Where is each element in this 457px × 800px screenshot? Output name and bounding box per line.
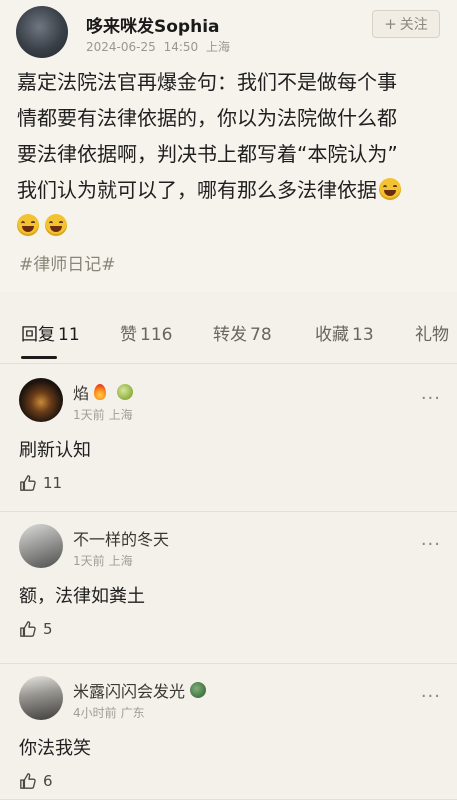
like-count: 5 — [43, 620, 53, 638]
interaction-tabs: 回复 11 赞 116 转发 78 收藏 13 礼物 — [0, 300, 457, 364]
comment-item: 焰 1天前 上海 ··· 刷新认知 11 — [0, 366, 457, 512]
comment-item: 米露闪闪会发光 4小时前 广东 ··· 你法我笑 6 — [0, 664, 457, 800]
commenter-name[interactable]: 米露闪闪会发光 — [73, 678, 185, 702]
comment-meta: 1天前 上海 — [73, 406, 137, 423]
thumbs-up-icon — [20, 773, 36, 789]
tab-likes[interactable]: 赞 116 — [120, 320, 172, 345]
commenter-name-row: 不一样的冬天 — [73, 526, 169, 550]
commenter-name[interactable]: 不一样的冬天 — [73, 526, 169, 550]
more-options-icon[interactable]: ··· — [421, 388, 441, 409]
active-tab-indicator — [21, 356, 57, 359]
like-count: 11 — [43, 474, 63, 492]
tab-count: 116 — [140, 325, 173, 345]
comment-like-button[interactable]: 6 — [19, 772, 53, 790]
commenter-name-row: 焰 — [73, 380, 134, 404]
commenter-avatar[interactable] — [19, 378, 63, 422]
post-meta: 2024-06-25 14:50 上海 — [86, 38, 234, 55]
commenter-name-row: 米露闪闪会发光 — [73, 678, 207, 702]
fire-icon — [94, 384, 107, 400]
post-body-line: 嘉定法院法官再爆金句：我们不是做每个事 — [17, 70, 397, 94]
post-card: 哆来咪发Sophia 2024-06-25 14:50 上海 + 关注 嘉定法院… — [0, 0, 457, 292]
tab-count: 78 — [250, 325, 272, 345]
comment-time: 1天前 — [73, 408, 105, 422]
post-emoji-row — [17, 208, 445, 244]
comment-meta: 1天前 上海 — [73, 552, 137, 569]
tab-label: 转发 — [213, 325, 247, 345]
comment-location: 广东 — [120, 706, 145, 720]
grinning-sweat-emoji-icon — [45, 214, 67, 236]
tab-gifts[interactable]: 礼物 — [415, 320, 449, 345]
comment-item: 不一样的冬天 1天前 上海 ··· 额，法律如粪土 5 — [0, 512, 457, 664]
post-body-line: 要法律依据啊，判决书上都写着“本院认为” — [17, 142, 398, 166]
comment-text: 额，法律如粪土 — [19, 586, 145, 607]
post-body-line-last: 我们认为就可以了，哪有那么多法律依据 — [17, 172, 445, 208]
comment-text: 你法我笑 — [19, 738, 91, 759]
post-body-line-text: 我们认为就可以了，哪有那么多法律依据 — [17, 178, 377, 202]
comment-meta: 4小时前 广东 — [73, 704, 149, 721]
grinning-sweat-emoji-icon — [379, 178, 401, 200]
tab-count: 13 — [352, 325, 374, 345]
tab-count: 11 — [58, 325, 80, 345]
tab-label: 回复 — [21, 325, 55, 345]
more-options-icon[interactable]: ··· — [421, 686, 441, 707]
post-location: 上海 — [206, 40, 231, 54]
comment-location: 上海 — [108, 554, 133, 568]
green-badge-icon — [190, 682, 207, 698]
hashtag-link[interactable]: #律师日记# — [19, 250, 116, 275]
grinning-sweat-emoji-icon — [17, 214, 39, 236]
tab-label: 收藏 — [315, 325, 349, 345]
commenter-avatar[interactable] — [19, 524, 63, 568]
tab-label: 礼物 — [415, 325, 449, 345]
post-body: 嘉定法院法官再爆金句：我们不是做每个事 情都要有法律依据的，你以为法院做什么都 … — [17, 64, 445, 244]
tab-replies[interactable]: 回复 11 — [21, 320, 80, 345]
like-count: 6 — [43, 772, 53, 790]
thumbs-up-icon — [20, 621, 36, 637]
commenter-avatar[interactable] — [19, 676, 63, 720]
author-avatar[interactable] — [16, 6, 68, 58]
follow-label: 关注 — [399, 17, 428, 33]
comment-time: 1天前 — [73, 554, 105, 568]
more-options-icon[interactable]: ··· — [421, 534, 441, 555]
plus-icon: + — [384, 15, 397, 33]
post-time: 14:50 — [163, 40, 199, 54]
post-body-line: 情都要有法律依据的，你以为法院做什么都 — [17, 106, 397, 130]
tab-label: 赞 — [120, 325, 137, 345]
comment-like-button[interactable]: 11 — [19, 474, 62, 492]
commenter-name[interactable]: 焰 — [73, 380, 89, 404]
post-date: 2024-06-25 — [86, 40, 156, 54]
author-name[interactable]: 哆来咪发Sophia — [86, 12, 220, 37]
tab-reposts[interactable]: 转发 78 — [213, 320, 272, 345]
follow-button[interactable]: + 关注 — [372, 10, 440, 38]
thumbs-up-icon — [20, 475, 36, 491]
tab-favorites[interactable]: 收藏 13 — [315, 320, 374, 345]
comment-time: 4小时前 — [73, 706, 117, 720]
comment-text: 刷新认知 — [19, 440, 91, 461]
lime-badge-icon — [117, 384, 134, 400]
comment-like-button[interactable]: 5 — [19, 620, 53, 638]
comment-location: 上海 — [108, 408, 133, 422]
